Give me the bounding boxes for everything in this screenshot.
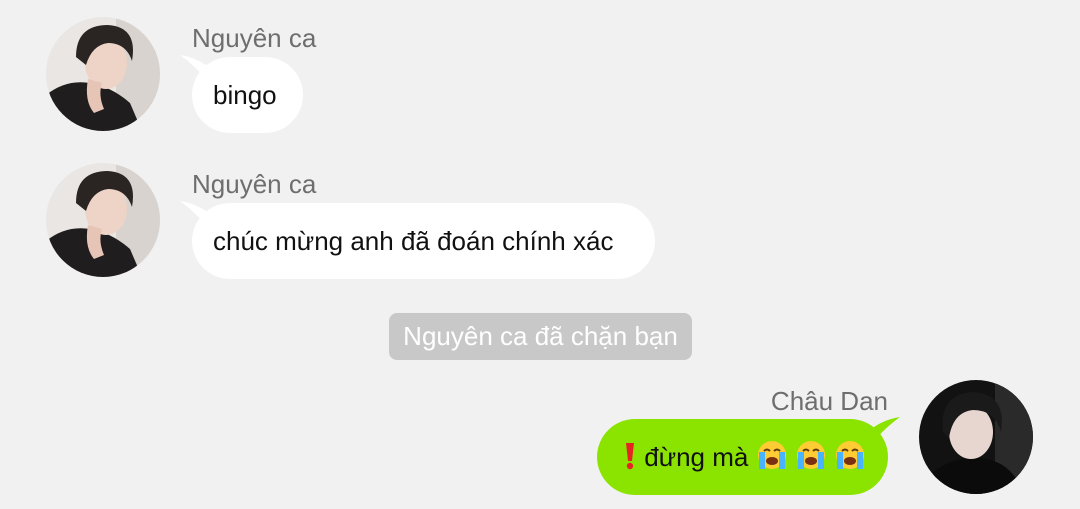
message-bubble[interactable]: đừng mà [597, 419, 888, 495]
exclamation-icon [626, 443, 634, 470]
sender-name: Nguyên ca [192, 23, 317, 53]
sender-avatar[interactable] [46, 163, 160, 277]
user-photo-avatar-icon [46, 163, 160, 277]
system-notice: Nguyên ca đã chặn bạn [389, 313, 692, 360]
user-photo-avatar-icon [46, 17, 160, 131]
sender-avatar[interactable] [46, 17, 160, 131]
loudly-crying-face-emoji-icon [796, 441, 825, 469]
message-text: bingo [213, 80, 277, 110]
loudly-crying-face-emoji-icon [757, 441, 786, 469]
own-avatar[interactable] [919, 380, 1033, 494]
message-bubble[interactable]: chúc mừng anh đã đoán chính xác [192, 203, 655, 279]
message-text: chúc mừng anh đã đoán chính xác [213, 226, 614, 256]
sender-name: Châu Dan [770, 386, 888, 416]
user-photo-avatar-icon [919, 380, 1033, 494]
loudly-crying-face-emoji-icon [836, 441, 865, 469]
message-bubble[interactable]: bingo [192, 57, 303, 133]
sender-name: Nguyên ca [192, 169, 317, 199]
message-text: đừng mà [644, 442, 749, 472]
